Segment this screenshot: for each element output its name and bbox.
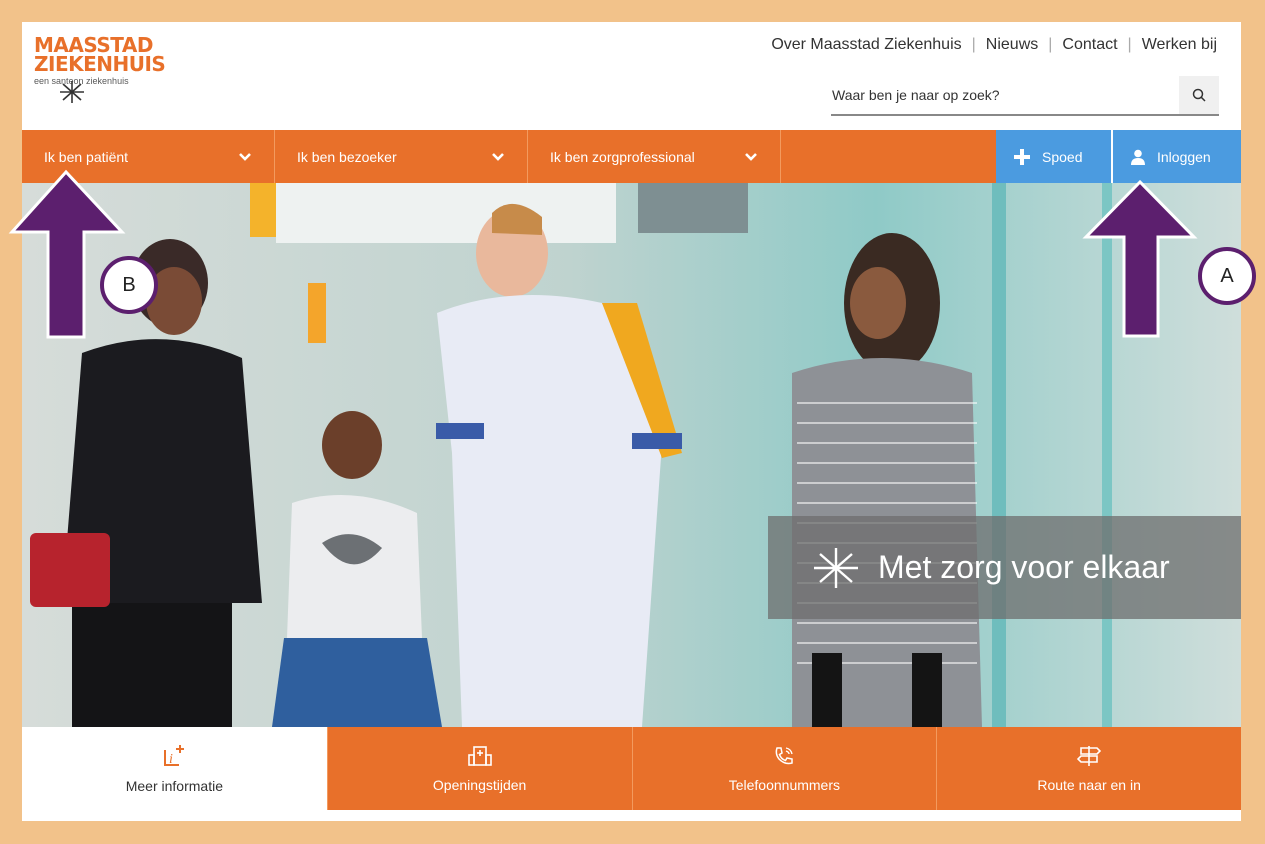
- quicklink-meer-informatie[interactable]: i Meer informatie: [22, 727, 327, 810]
- nav-item-label: Ik ben bezoeker: [297, 148, 397, 165]
- nav-item-label: Ik ben patiënt: [44, 148, 129, 165]
- marker-label: B: [122, 273, 136, 296]
- topnav-link-nieuws[interactable]: Nieuws: [986, 36, 1038, 54]
- marker-label: A: [1220, 264, 1234, 287]
- search-input[interactable]: [831, 86, 1174, 104]
- separator: |: [971, 36, 976, 53]
- spoed-button[interactable]: Spoed: [996, 130, 1113, 183]
- annotation-marker-b: B: [100, 256, 158, 314]
- chevron-down-icon: [492, 152, 504, 161]
- nav-item-patient[interactable]: Ik ben patiënt: [22, 130, 275, 183]
- nav-item-zorgprofessional[interactable]: Ik ben zorgprofessional: [528, 130, 781, 183]
- quicklink-label: Telefoonnummers: [728, 776, 841, 793]
- logo[interactable]: MAASSTAD ZIEKENHUIS een santeon ziekenhu…: [34, 35, 166, 86]
- search-button[interactable]: [1179, 76, 1219, 114]
- hero-banner: Met zorg voor elkaar: [22, 183, 1241, 727]
- building-icon: [467, 745, 492, 766]
- plus-icon: [1014, 148, 1030, 165]
- login-button[interactable]: Inloggen: [1113, 130, 1241, 183]
- quicklink-telefoonnummers[interactable]: Telefoonnummers: [631, 727, 937, 810]
- quicklink-label: Meer informatie: [125, 777, 223, 794]
- hero-photo: [22, 183, 1241, 727]
- logo-star-icon: [60, 81, 84, 103]
- quick-links: i Meer informatie Openingstijden Telefoo…: [22, 727, 1241, 810]
- search-bar: [831, 76, 1219, 116]
- page-frame: MAASSTAD ZIEKENHUIS een santeon ziekenhu…: [22, 22, 1241, 821]
- nav-item-label: Ik ben zorgprofessional: [550, 148, 695, 165]
- tagline-overlay: Met zorg voor elkaar: [768, 516, 1241, 619]
- quicklink-route[interactable]: Route naar en in: [936, 727, 1241, 810]
- chevron-down-icon: [745, 152, 757, 161]
- hero-tagline: Met zorg voor elkaar: [878, 549, 1170, 585]
- phone-icon: [775, 746, 794, 764]
- svg-text:i: i: [169, 752, 173, 767]
- separator: |: [1048, 36, 1053, 53]
- quicklink-label: Openingstijden: [432, 776, 527, 793]
- signpost-icon: [1077, 745, 1102, 766]
- chevron-down-icon: [239, 152, 251, 161]
- annotation-marker-a: A: [1198, 247, 1256, 305]
- main-navigation: Ik ben patiënt Ik ben bezoeker Ik ben zo…: [22, 130, 1241, 183]
- quicklink-label: Route naar en in: [1037, 776, 1141, 793]
- separator: |: [1127, 36, 1132, 53]
- info-plus-icon: i: [164, 744, 185, 767]
- search-icon: [1192, 88, 1206, 102]
- user-icon: [1131, 149, 1145, 165]
- asterisk-star-icon: [814, 547, 858, 588]
- topnav-link-contact[interactable]: Contact: [1062, 36, 1117, 54]
- login-label: Inloggen: [1157, 148, 1211, 165]
- quicklink-openingstijden[interactable]: Openingstijden: [326, 727, 632, 810]
- top-navigation: Over Maasstad Ziekenhuis | Nieuws | Cont…: [771, 36, 1217, 54]
- spoed-label: Spoed: [1042, 148, 1083, 165]
- topnav-link-over[interactable]: Over Maasstad Ziekenhuis: [771, 36, 961, 54]
- logo-line-2: ZIEKENHUIS: [34, 52, 166, 76]
- topnav-link-werken-bij[interactable]: Werken bij: [1142, 36, 1217, 54]
- logo-subtitle: een santeon ziekenhuis: [34, 76, 129, 86]
- nav-item-bezoeker[interactable]: Ik ben bezoeker: [275, 130, 528, 183]
